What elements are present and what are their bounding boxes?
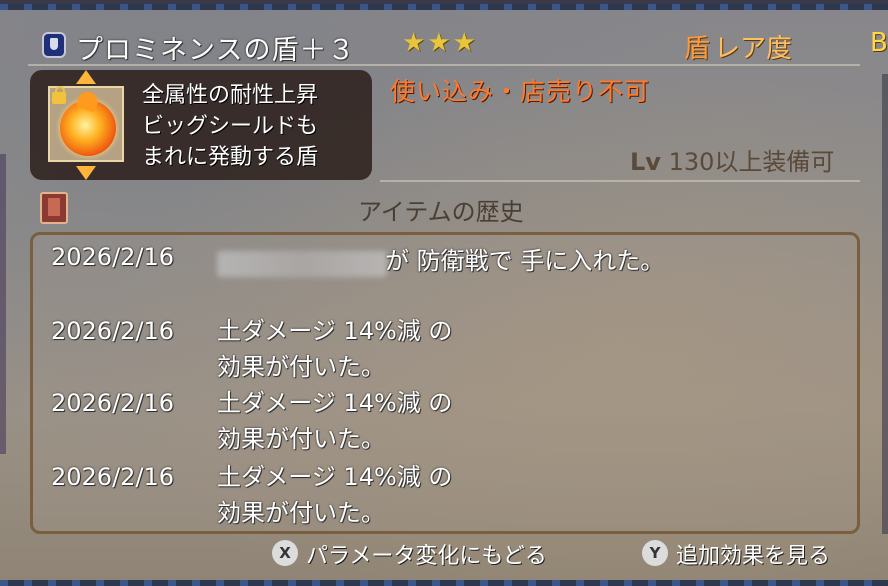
history-header: アイテムの歴史 (30, 186, 860, 226)
effect-box: 全属性の耐性上昇 ビッグシールドも まれに発動する盾 (30, 70, 372, 180)
restriction-note: 使い込み・店売り不可 (390, 77, 651, 106)
top-frame-decoration (0, 4, 888, 10)
history-text: 土ダメージ 14%減 の 効果が付いた。 (217, 317, 453, 381)
button-hints: X パラメータ変化にもどる Y 追加効果を見る (0, 538, 888, 570)
level-label: Lv (630, 148, 661, 176)
y-button-icon[interactable]: Y (642, 540, 668, 566)
lock-icon (52, 86, 66, 104)
rarity-label: レア度 (714, 34, 793, 64)
item-detail-panel: プロミネンスの盾＋３ ★★★ 盾レア度 B 全属性の耐性上昇 ビッグシールドも … (0, 0, 888, 586)
history-date: 2026/2/16 (51, 243, 175, 271)
effect-description: 全属性の耐性上昇 ビッグシールドも まれに発動する盾 (142, 83, 319, 170)
x-button-label[interactable]: パラメータ変化にもどる (306, 538, 547, 570)
level-requirement: Lv 130以上装備可 (630, 142, 834, 177)
x-button-icon[interactable]: X (272, 540, 298, 566)
history-text: 土ダメージ 14%減 の 効果が付いた。 (217, 389, 453, 453)
bottom-frame-decoration (0, 580, 888, 586)
arrow-down-icon[interactable] (76, 166, 96, 180)
level-value: 130 (668, 148, 715, 176)
history-date: 2026/2/16 (51, 389, 175, 417)
history-text: が 防衛戦で 手に入れた。 (385, 247, 665, 275)
history-title: アイテムの歴史 (358, 198, 524, 226)
redacted-player-name (217, 251, 387, 277)
y-button-label[interactable]: 追加効果を見る (676, 538, 830, 570)
rarity-display: 盾レア度 B (684, 28, 888, 65)
book-icon (40, 192, 68, 224)
level-suffix: 以上装備可 (714, 148, 835, 176)
rarity-type: 盾 (684, 34, 711, 64)
level-divider (380, 180, 860, 182)
history-date: 2026/2/16 (51, 463, 175, 491)
history-date: 2026/2/16 (51, 317, 175, 345)
shield-icon (42, 32, 66, 58)
rarity-grade: B (870, 28, 888, 58)
item-title-row: プロミネンスの盾＋３ ★★★ 盾レア度 B (36, 26, 888, 66)
title-divider (28, 64, 860, 66)
quality-stars: ★★★ (402, 28, 478, 58)
history-text: 土ダメージ 14%減 の 効果が付いた。 (217, 463, 453, 527)
history-list[interactable]: 2026/2/16 が 防衛戦で 手に入れた。 2026/2/16 土ダメージ … (30, 232, 860, 534)
right-edge-decoration (882, 74, 888, 534)
arrow-up-icon[interactable] (76, 70, 96, 84)
left-edge-decoration (0, 154, 6, 454)
fire-shield-icon (60, 100, 116, 156)
item-name: プロミネンスの盾＋３ (76, 35, 356, 66)
